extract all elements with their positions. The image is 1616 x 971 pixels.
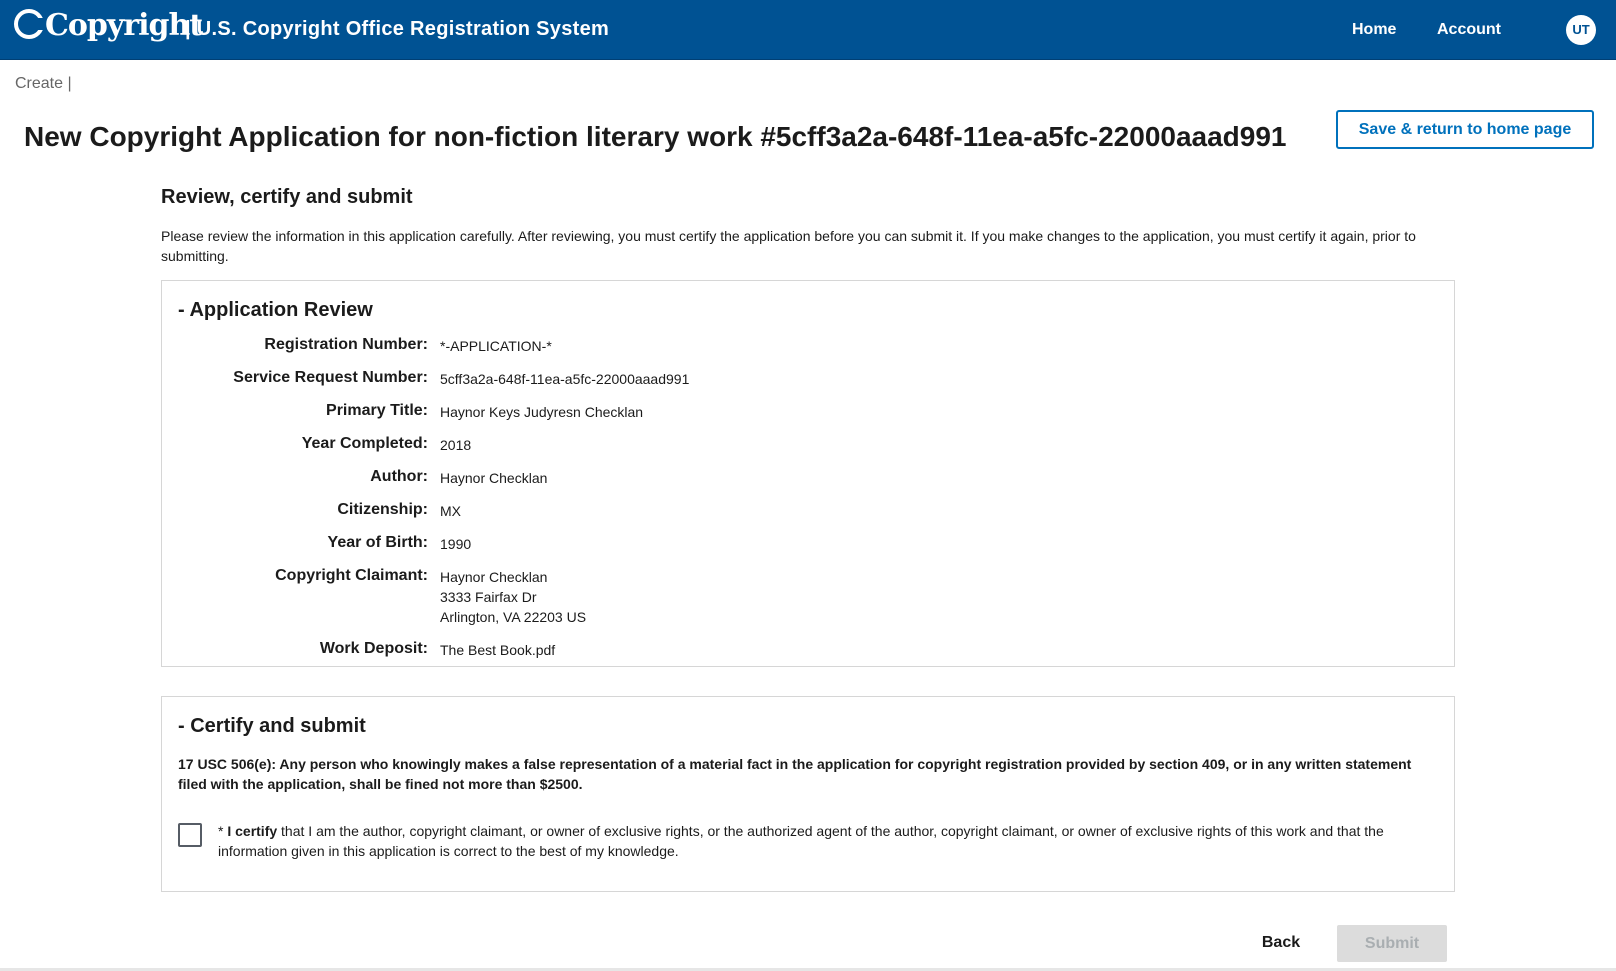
review-row: Citizenship: MX <box>162 500 1454 521</box>
review-label: Author: <box>370 468 428 485</box>
review-label: Work Deposit: <box>319 640 428 657</box>
review-value-line: Arlington, VA 22203 US <box>440 609 587 625</box>
logo-text: Copyright <box>45 8 203 43</box>
breadcrumb: Create | <box>15 75 72 92</box>
copyright-logo[interactable]: Copyright <box>14 8 203 43</box>
review-value: 5cff3a2a-648f-11ea-a5fc-22000aaad991 <box>440 371 690 387</box>
review-value: 2018 <box>440 437 472 453</box>
review-value: The Best Book.pdf <box>440 642 556 658</box>
nav-account-link[interactable]: Account <box>1437 21 1501 39</box>
review-value-line: 3333 Fairfax Dr <box>440 589 537 605</box>
review-label: Citizenship: <box>337 501 428 518</box>
certify-statement: * I certify that I am the author, copyri… <box>218 821 1418 861</box>
back-button[interactable]: Back <box>1251 925 1311 961</box>
review-value: Haynor Checklan <box>440 470 548 486</box>
save-return-home-button[interactable]: Save & return to home page <box>1336 110 1594 149</box>
user-avatar[interactable]: UT <box>1566 15 1596 45</box>
review-label: Registration Number: <box>264 336 428 353</box>
legal-notice: 17 USC 506(e): Any person who knowingly … <box>178 756 1412 792</box>
review-row: Year Completed: 2018 <box>162 434 1454 455</box>
intro-text: Please review the information in this ap… <box>161 228 1416 264</box>
application-review-title[interactable]: - Application Review <box>178 299 373 322</box>
review-row: Copyright Claimant: Haynor Checklan 3333 F… <box>162 566 1454 627</box>
certify-submit-panel: - Certify and submit 17 USC 506(e): Any … <box>161 696 1455 892</box>
review-label: Year of Birth: <box>327 534 428 551</box>
section-heading: Review, certify and submit <box>161 186 413 208</box>
review-value: *-APPLICATION-* <box>440 338 552 354</box>
certify-bold: I certify <box>227 823 278 839</box>
review-value: MX <box>440 503 461 519</box>
review-value: 1990 <box>440 536 472 552</box>
review-row: Service Request Number: 5cff3a2a-648f-11e… <box>162 368 1454 389</box>
review-row: Primary Title: Haynor Keys Judyresn Check… <box>162 401 1454 422</box>
review-list: Registration Number: *-APPLICATION-* Servi… <box>162 335 1454 672</box>
submit-button[interactable]: Submit <box>1337 925 1447 962</box>
page-title: New Copyright Application for non-fictio… <box>24 121 1287 152</box>
review-row: Registration Number: *-APPLICATION-* <box>162 335 1454 356</box>
certify-submit-title[interactable]: - Certify and submit <box>178 715 366 738</box>
nav-home-link[interactable]: Home <box>1352 21 1396 39</box>
review-label: Service Request Number: <box>233 369 428 386</box>
review-value-line: Haynor Checklan <box>440 569 548 585</box>
copyright-c-icon <box>14 9 46 39</box>
review-value: Haynor Keys Judyresn Checklan <box>440 404 644 420</box>
review-label: Primary Title: <box>326 402 428 419</box>
review-row: Author: Haynor Checklan <box>162 467 1454 488</box>
application-review-panel: - Application Review Registration Number… <box>161 280 1455 667</box>
certify-body: that I am the author, copyright claimant… <box>218 823 1384 859</box>
review-value: Haynor Checklan 3333 Fairfax Dr Arlington,… <box>440 566 586 627</box>
review-label: Copyright Claimant: <box>275 567 428 584</box>
top-header-bar: Copyright | U.S. Copyright Office Regist… <box>0 0 1616 60</box>
system-name: | U.S. Copyright Office Registration Sys… <box>185 18 610 40</box>
review-row: Work Deposit: The Best Book.pdf <box>162 639 1454 660</box>
certify-prefix: * <box>218 823 228 839</box>
review-row: Year of Birth: 1990 <box>162 533 1454 554</box>
review-label: Year Completed: <box>301 435 428 452</box>
certify-checkbox[interactable] <box>178 823 202 847</box>
